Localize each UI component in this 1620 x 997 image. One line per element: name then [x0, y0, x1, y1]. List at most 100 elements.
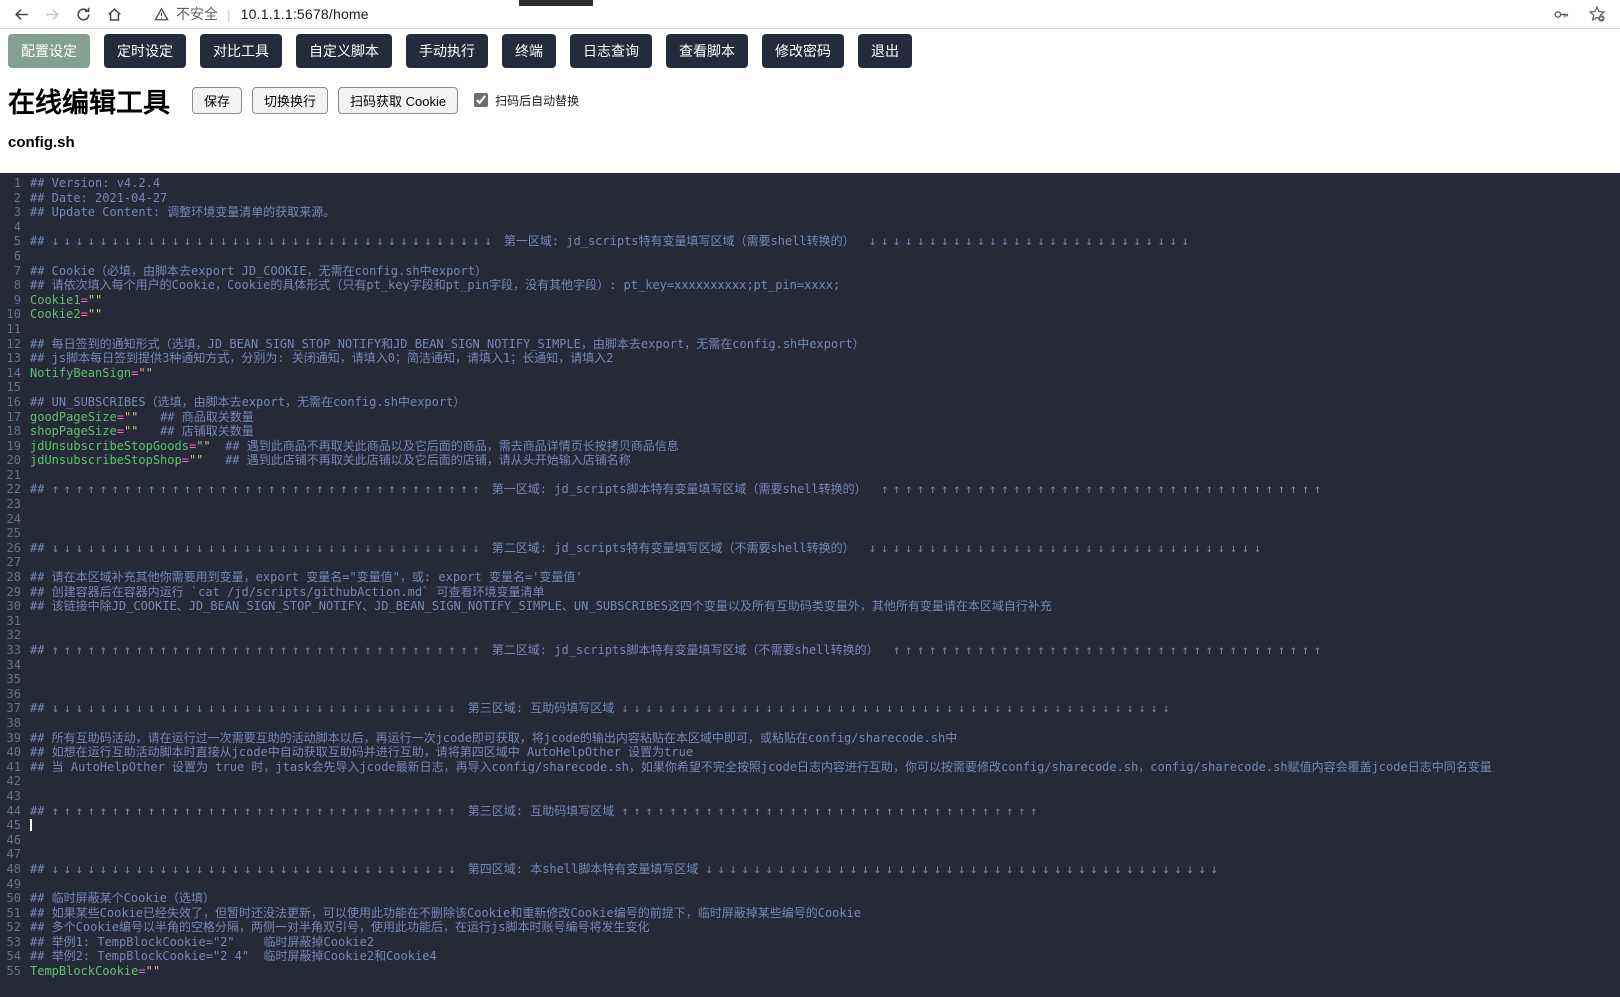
line-number: 35 — [0, 672, 30, 687]
line-number: 42 — [0, 774, 30, 789]
line-number: 37 — [0, 701, 30, 716]
line-number: 38 — [0, 716, 30, 731]
line-content: ## 该链接中除JD_COOKIE、JD_BEAN_SIGN_STOP_NOTI… — [30, 599, 1052, 614]
nav-button-compare-tool[interactable]: 对比工具 — [200, 34, 282, 68]
code-line: 24 — [0, 512, 1620, 527]
line-content: shopPageSize="" ## 店铺取关数量 — [30, 424, 254, 439]
code-line: 31 — [0, 614, 1620, 629]
code-line: 38 — [0, 716, 1620, 731]
line-number: 1 — [0, 176, 30, 191]
editor-toolbar: 在线编辑工具 保存 切换换行 扫码获取 Cookie 扫码后自动替换 — [8, 82, 1620, 118]
line-number: 16 — [0, 395, 30, 410]
line-number: 51 — [0, 906, 30, 921]
warning-icon — [152, 3, 170, 25]
code-line: 45 — [0, 818, 1620, 833]
nav-button-logout[interactable]: 退出 — [858, 34, 912, 68]
password-key-icon[interactable] — [1550, 3, 1572, 25]
code-line: 6 — [0, 249, 1620, 264]
nav-button-custom-script[interactable]: 自定义脚本 — [296, 34, 392, 68]
code-line: 2## Date: 2021-04-27 — [0, 191, 1620, 206]
line-number: 29 — [0, 585, 30, 600]
home-icon[interactable] — [103, 3, 125, 25]
code-line: 8## 请依次填入每个用户的Cookie，Cookie的具体形式（只有pt_ke… — [0, 278, 1620, 293]
auto-replace-checkbox[interactable] — [474, 93, 488, 107]
line-number: 41 — [0, 760, 30, 775]
line-number: 21 — [0, 468, 30, 483]
code-line: 21 — [0, 468, 1620, 483]
line-number: 11 — [0, 322, 30, 337]
code-line: 46 — [0, 833, 1620, 848]
text-cursor — [30, 819, 32, 831]
code-line: 12## 每日签到的通知形式（选填，JD_BEAN_SIGN_STOP_NOTI… — [0, 337, 1620, 352]
code-line: 1## Version: v4.2.4 — [0, 176, 1620, 191]
line-content: ## 如想在运行互助活动脚本时直接从jcode中自动获取互助码并进行互助，请将第… — [30, 745, 693, 760]
line-number: 24 — [0, 512, 30, 527]
scan-cookie-button[interactable]: 扫码获取 Cookie — [338, 87, 458, 114]
line-number: 28 — [0, 570, 30, 585]
line-number: 9 — [0, 293, 30, 308]
save-button[interactable]: 保存 — [192, 87, 242, 114]
refresh-icon[interactable] — [72, 3, 94, 25]
code-line: 14NotifyBeanSign="" — [0, 366, 1620, 381]
forward-icon[interactable] — [41, 3, 63, 25]
code-line: 42 — [0, 774, 1620, 789]
browser-tab[interactable] — [519, 0, 593, 6]
nav-button-config[interactable]: 配置设定 — [8, 34, 90, 68]
line-number: 8 — [0, 278, 30, 293]
code-line: 32 — [0, 628, 1620, 643]
code-line: 34 — [0, 658, 1620, 673]
toggle-wrap-button[interactable]: 切换换行 — [252, 87, 328, 114]
line-content: ## 多个Cookie编号以半角的空格分隔，两侧一对半角双引号，使用此功能后，在… — [30, 920, 649, 935]
line-number: 2 — [0, 191, 30, 206]
line-number: 43 — [0, 789, 30, 804]
code-line: 44## ↑↑↑↑↑↑↑↑↑↑↑↑↑↑↑↑↑↑↑↑↑↑↑↑↑↑↑↑↑↑↑↑↑↑ … — [0, 804, 1620, 819]
nav-button-view-script[interactable]: 查看脚本 — [666, 34, 748, 68]
code-line: 13## js脚本每日签到提供3种通知方式，分别为: 关闭通知，请填入0；简洁通… — [0, 351, 1620, 366]
code-line: 48## ↓↓↓↓↓↓↓↓↓↓↓↓↓↓↓↓↓↓↓↓↓↓↓↓↓↓↓↓↓↓↓↓↓↓ … — [0, 862, 1620, 877]
line-content: Cookie1="" — [30, 293, 102, 308]
address-bar[interactable]: 不安全 | 10.1.1.1:5678/home — [152, 3, 369, 25]
line-content: ## ↓↓↓↓↓↓↓↓↓↓↓↓↓↓↓↓↓↓↓↓↓↓↓↓↓↓↓↓↓↓↓↓↓↓ 第四… — [30, 862, 1223, 877]
line-number: 33 — [0, 643, 30, 658]
code-line: 27 — [0, 555, 1620, 570]
nav-button-change-password[interactable]: 修改密码 — [762, 34, 844, 68]
code-line: 16## UN_SUBSCRIBES（选填，由脚本去export，无需在conf… — [0, 395, 1620, 410]
code-line: 33## ↑↑↑↑↑↑↑↑↑↑↑↑↑↑↑↑↑↑↑↑↑↑↑↑↑↑↑↑↑↑↑↑↑↑↑… — [0, 643, 1620, 658]
code-line: 22## ↑↑↑↑↑↑↑↑↑↑↑↑↑↑↑↑↑↑↑↑↑↑↑↑↑↑↑↑↑↑↑↑↑↑↑… — [0, 482, 1620, 497]
line-number: 6 — [0, 249, 30, 264]
line-number: 49 — [0, 877, 30, 892]
line-content: jdUnsubscribeStopGoods="" ## 遇到此商品不再取关此商… — [30, 439, 679, 454]
line-content: NotifyBeanSign="" — [30, 366, 153, 381]
line-number: 31 — [0, 614, 30, 629]
line-number: 18 — [0, 424, 30, 439]
code-line: 9Cookie1="" — [0, 293, 1620, 308]
code-editor[interactable]: 1## Version: v4.2.42## Date: 2021-04-273… — [0, 173, 1620, 997]
code-line: 54## 举例2: TempBlockCookie="2 4" 临时屏蔽掉Coo… — [0, 949, 1620, 964]
code-line: 3## Update Content: 调整环境变量清单的获取来源。 — [0, 205, 1620, 220]
code-line: 29## 创建容器后在容器内运行 `cat /jd/scripts/github… — [0, 585, 1620, 600]
code-line: 25 — [0, 526, 1620, 541]
nav-button-schedule[interactable]: 定时设定 — [104, 34, 186, 68]
code-line: 43 — [0, 789, 1620, 804]
nav-button-log-query[interactable]: 日志查询 — [570, 34, 652, 68]
line-content: ## Version: v4.2.4 — [30, 176, 160, 191]
nav-button-manual-run[interactable]: 手动执行 — [406, 34, 488, 68]
line-number: 27 — [0, 555, 30, 570]
line-number: 7 — [0, 264, 30, 279]
security-label: 不安全 — [176, 4, 218, 24]
code-line: 55TempBlockCookie="" — [0, 964, 1620, 979]
line-number: 47 — [0, 847, 30, 862]
nav-button-terminal[interactable]: 终端 — [502, 34, 556, 68]
line-content: ## UN_SUBSCRIBES（选填，由脚本去export，无需在config… — [30, 395, 465, 410]
code-line: 50## 临时屏蔽某个Cookie（选填） — [0, 891, 1620, 906]
page-title: 在线编辑工具 — [8, 81, 170, 120]
line-content: ## ↑↑↑↑↑↑↑↑↑↑↑↑↑↑↑↑↑↑↑↑↑↑↑↑↑↑↑↑↑↑↑↑↑↑↑↑ … — [30, 643, 1326, 658]
code-line: 5## ↓↓↓↓↓↓↓↓↓↓↓↓↓↓↓↓↓↓↓↓↓↓↓↓↓↓↓↓↓↓↓↓↓↓↓↓… — [0, 234, 1620, 249]
line-number: 17 — [0, 410, 30, 425]
favorite-star-icon[interactable] — [1586, 3, 1608, 25]
line-number: 19 — [0, 439, 30, 454]
back-icon[interactable] — [10, 3, 32, 25]
line-content: Cookie2="" — [30, 307, 102, 322]
code-line: 19jdUnsubscribeStopGoods="" ## 遇到此商品不再取关… — [0, 439, 1620, 454]
line-content: ## 请依次填入每个用户的Cookie，Cookie的具体形式（只有pt_key… — [30, 278, 840, 293]
